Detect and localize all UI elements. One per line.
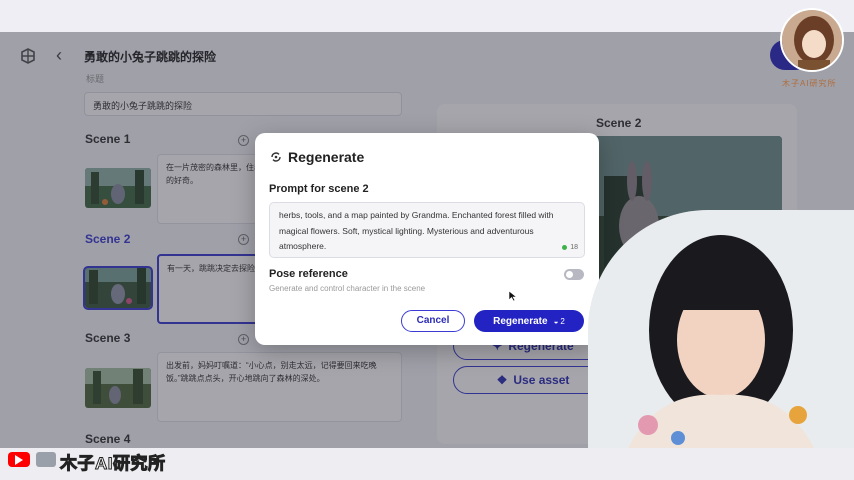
regenerate-sparkle-icon — [271, 152, 281, 162]
webcam-presenter-video — [588, 210, 854, 448]
watermark-channel-name: 木子AI研究所 — [782, 79, 837, 88]
prompt-count-value: 18 — [570, 243, 578, 251]
credit-coin-icon: ◒ — [553, 316, 559, 326]
prompt-text: herbs, tools, and a map painted by Grand… — [279, 210, 554, 251]
status-dot-icon — [562, 244, 568, 250]
cancel-button[interactable]: Cancel — [401, 310, 465, 332]
top-strip — [0, 0, 854, 32]
pose-reference-description: Generate and control character in the sc… — [269, 284, 426, 293]
mail-icon — [36, 452, 56, 467]
prompt-label: Prompt for scene 2 — [269, 183, 369, 195]
confirm-regenerate-button[interactable]: Regenerate ◒ 2 — [474, 310, 584, 332]
mouse-cursor-icon — [508, 290, 518, 302]
credit-cost-value: 2 — [560, 316, 565, 326]
confirm-regenerate-label: Regenerate — [493, 315, 548, 327]
dialog-title: Regenerate — [288, 149, 365, 165]
pose-reference-label: Pose reference — [269, 268, 348, 280]
credit-cost: ◒ 2 — [554, 317, 565, 326]
youtube-icon — [8, 452, 30, 467]
prompt-token-count: 18 — [562, 240, 578, 256]
channel-avatar — [780, 8, 844, 72]
bottom-channel-name: 木子AI研究所 — [60, 454, 166, 474]
dialog-header: Regenerate — [269, 149, 364, 165]
prompt-textarea[interactable]: herbs, tools, and a map painted by Grand… — [269, 202, 585, 258]
regenerate-dialog: Regenerate Prompt for scene 2 herbs, too… — [255, 133, 599, 345]
toggle-knob — [566, 271, 573, 278]
pose-reference-toggle[interactable] — [564, 269, 584, 280]
